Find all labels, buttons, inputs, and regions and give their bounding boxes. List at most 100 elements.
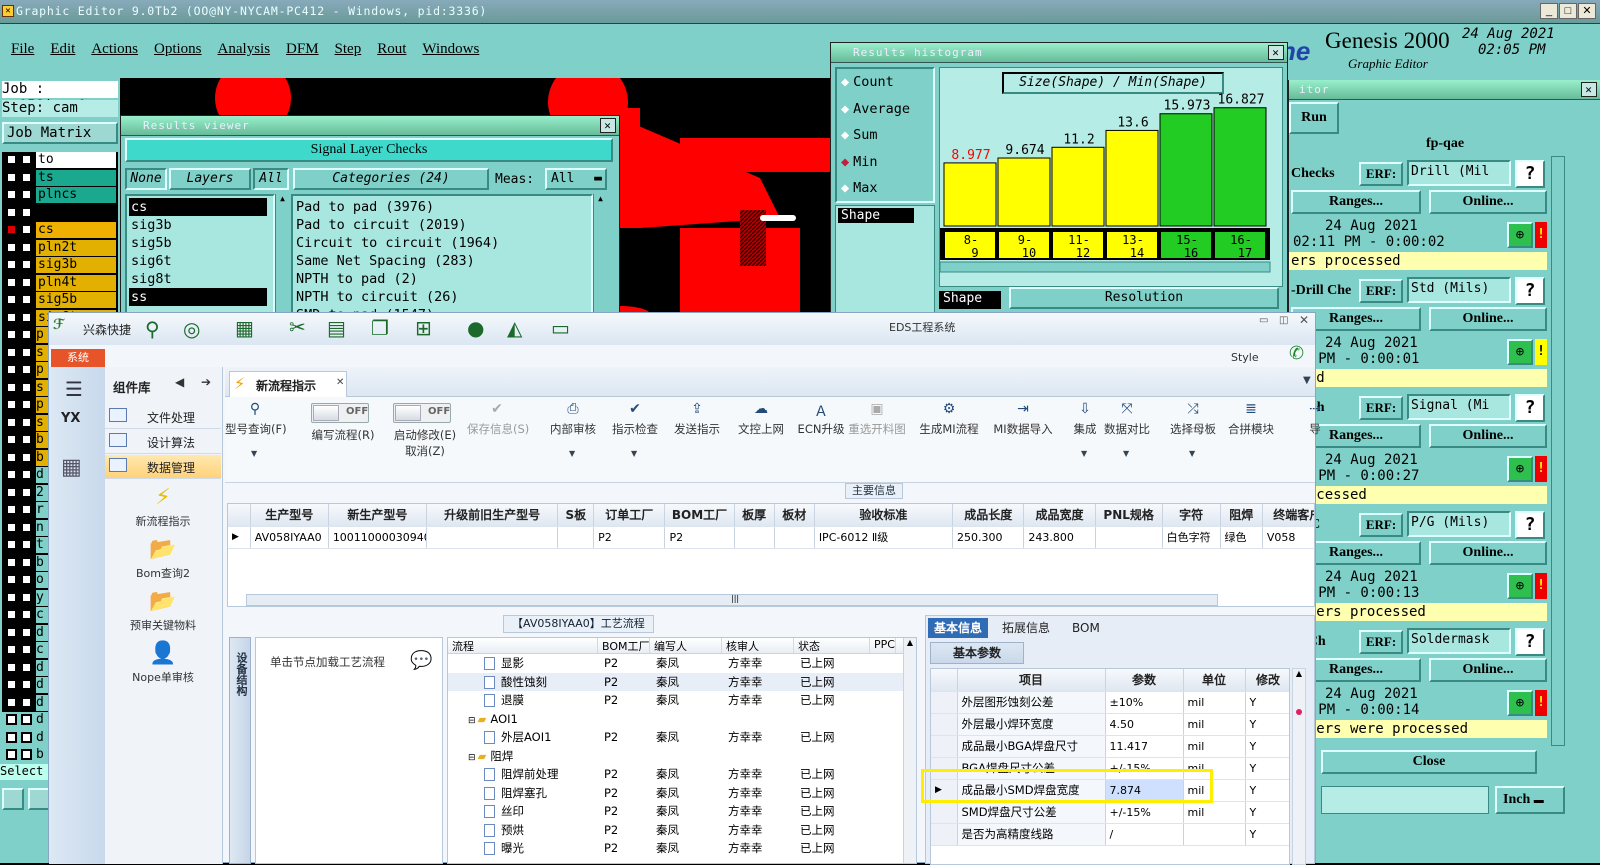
toolbar-button[interactable]: ⚙ 生成MI流程 (919, 401, 997, 481)
layer-checkbox[interactable] (21, 521, 32, 533)
layer-row[interactable]: ts (2, 169, 118, 188)
hamburger-icon[interactable]: ☰ (65, 377, 83, 401)
column-header[interactable]: 成品宽度 (1023, 504, 1096, 527)
style-label[interactable]: Style (1231, 351, 1259, 364)
layer-checkbox[interactable] (6, 556, 17, 568)
rv-layer-item[interactable]: sig6t (129, 252, 267, 270)
run-button[interactable]: Run (1289, 102, 1339, 134)
zoom-icon[interactable]: ⊕ (1507, 456, 1533, 482)
column-header[interactable]: PNL规格 (1095, 504, 1163, 527)
layer-row[interactable]: sig5b (2, 292, 118, 310)
check-name[interactable]: -Drill Che (1291, 283, 1351, 299)
rv-category-item[interactable]: Circuit to circuit (1964) (296, 234, 591, 252)
layer-checkbox[interactable] (6, 469, 17, 480)
eds-close-icon[interactable]: ✕ (1299, 313, 1309, 327)
column-header[interactable]: S板 (557, 504, 595, 527)
layer-checkbox[interactable] (21, 539, 32, 550)
toolbar-button[interactable]: OFF 编写流程(R) (303, 401, 381, 481)
layer-row[interactable]: to (2, 152, 118, 170)
maximize-button[interactable]: □ (1559, 3, 1577, 19)
units-select[interactable]: Inch ▬ (1495, 786, 1565, 814)
toolbar-sublabel[interactable]: 取消(Z) (385, 443, 465, 459)
params-cell[interactable]: 7.874 (1105, 779, 1184, 802)
layer-checkbox[interactable] (6, 364, 17, 375)
column-header[interactable]: BOM工厂 (664, 504, 735, 527)
layer-checkbox[interactable] (21, 679, 32, 690)
layer-checkbox[interactable] (21, 731, 32, 743)
params-cell[interactable]: SMD焊盘尺寸公差 (957, 801, 1106, 824)
layer-checkbox[interactable] (6, 696, 17, 708)
layer-checkbox[interactable] (21, 434, 32, 445)
histogram-option[interactable]: ◆ Min (837, 149, 933, 176)
info-sub-tab[interactable]: 基本参数 (930, 642, 1024, 664)
tool-icon-2[interactable] (28, 788, 50, 810)
params-row[interactable]: BGA焊盘尺寸公差 +/-15% mil Y (931, 757, 1289, 780)
column-header[interactable]: 生产型号 (250, 504, 329, 527)
erf-value[interactable]: Std (Mils) (1407, 277, 1511, 303)
doc-tab[interactable]: ⚡ 新流程指示 ✕ (229, 371, 347, 397)
params-row[interactable]: 是否为高精度线路 / Y (931, 823, 1289, 846)
tab-dropdown-icon[interactable]: ▼ (1303, 375, 1311, 386)
grid-hscrollbar[interactable]: ||| (246, 594, 1218, 606)
layer-checkbox[interactable] (6, 259, 17, 270)
layer-checkbox[interactable] (6, 241, 17, 253)
help-button[interactable]: ? (1515, 394, 1545, 422)
params-row[interactable]: 外层最小焊环宽度 4.50 mil Y (931, 713, 1289, 736)
monitor-icon[interactable]: ▭ (551, 316, 570, 340)
layer-checkbox[interactable] (6, 276, 17, 288)
params-cell[interactable]: 成品最小SMD焊盘宽度 (957, 779, 1106, 802)
layer-checkbox[interactable] (21, 276, 32, 288)
shape-list[interactable]: Shape (835, 205, 935, 317)
erf-value[interactable]: P/G (Mils) (1407, 511, 1511, 537)
help-button[interactable]: ? (1515, 160, 1545, 188)
layer-checkbox[interactable] (6, 206, 17, 218)
layer-checkbox[interactable] (21, 224, 32, 235)
layer-checkbox[interactable] (6, 171, 17, 183)
column-header[interactable]: 新生产型号 (328, 504, 427, 527)
chevron-down-icon[interactable]: ▼ (1189, 449, 1195, 458)
params-cell[interactable]: mil (1183, 757, 1246, 780)
layers-scrollbar[interactable]: ▲ (275, 194, 289, 322)
categories-button[interactable]: Categories (24) (293, 168, 489, 190)
layer-checkbox[interactable] (6, 731, 17, 743)
params-row[interactable]: 外层图形蚀刻公差 ±10% mil Y (931, 691, 1289, 714)
layer-checkbox[interactable] (21, 171, 32, 183)
shape-button[interactable]: Shape (939, 291, 1001, 309)
close-icon[interactable]: ✕ (1581, 82, 1597, 97)
params-row[interactable]: ▶ 成品最小SMD焊盘宽度 7.874 mil Y (931, 779, 1289, 802)
table-icon[interactable]: ▤ (327, 316, 346, 340)
tool-icon-1[interactable] (2, 788, 24, 810)
menu-actions[interactable]: Actions (91, 41, 138, 58)
params-cell[interactable]: 4.50 (1105, 713, 1184, 736)
zoom-icon[interactable]: ⊕ (1507, 690, 1533, 716)
column-header[interactable]: 字符 (1162, 504, 1221, 527)
menu-analysis[interactable]: Analysis (218, 41, 271, 58)
flow-row[interactable]: 阻焊前处理 P2 秦凤 方幸幸 已上网 (448, 765, 916, 784)
params-cell[interactable]: mil (1183, 779, 1246, 802)
column-header[interactable]: 升级前旧生产型号 (426, 504, 559, 527)
params-cell[interactable]: mil (1183, 735, 1246, 758)
phone-icon[interactable]: ✆ (1289, 343, 1304, 364)
column-header[interactable]: 板厚 (734, 504, 775, 527)
layer-checkbox[interactable] (6, 609, 17, 620)
close-panel-button[interactable]: Close (1321, 750, 1537, 774)
rv-category-item[interactable]: NPTH to pad (2) (296, 270, 591, 288)
layer-checkbox[interactable] (6, 346, 17, 358)
chevron-down-icon[interactable]: ▼ (251, 449, 257, 458)
layer-row[interactable]: sig3b (2, 257, 118, 275)
side-action[interactable]: 👤 Nope单审核 (105, 641, 221, 691)
layer-checkbox[interactable] (21, 469, 32, 480)
layer-checkbox[interactable] (6, 521, 17, 533)
params-cell[interactable]: Y (1245, 713, 1289, 736)
flow-row[interactable]: 丝印 P2 秦凤 方幸幸 已上网 (448, 802, 916, 821)
params-cell[interactable]: +/-15% (1105, 801, 1184, 824)
layer-checkbox[interactable] (21, 574, 32, 585)
layer-checkbox[interactable] (6, 714, 17, 725)
layer-checkbox[interactable] (21, 416, 32, 428)
close-tab-icon[interactable]: ✕ (336, 377, 344, 388)
online-button[interactable]: Online... (1429, 190, 1547, 214)
zoom-icon[interactable]: ⊕ (1507, 573, 1533, 599)
layer-checkbox[interactable] (21, 189, 32, 200)
params-column-header[interactable]: 参数 (1105, 669, 1184, 692)
table-row[interactable]: ▶ AV058IYAA0 10011000030940 P2 P2 IPC-6012 Ⅱ级… (228, 526, 1314, 549)
